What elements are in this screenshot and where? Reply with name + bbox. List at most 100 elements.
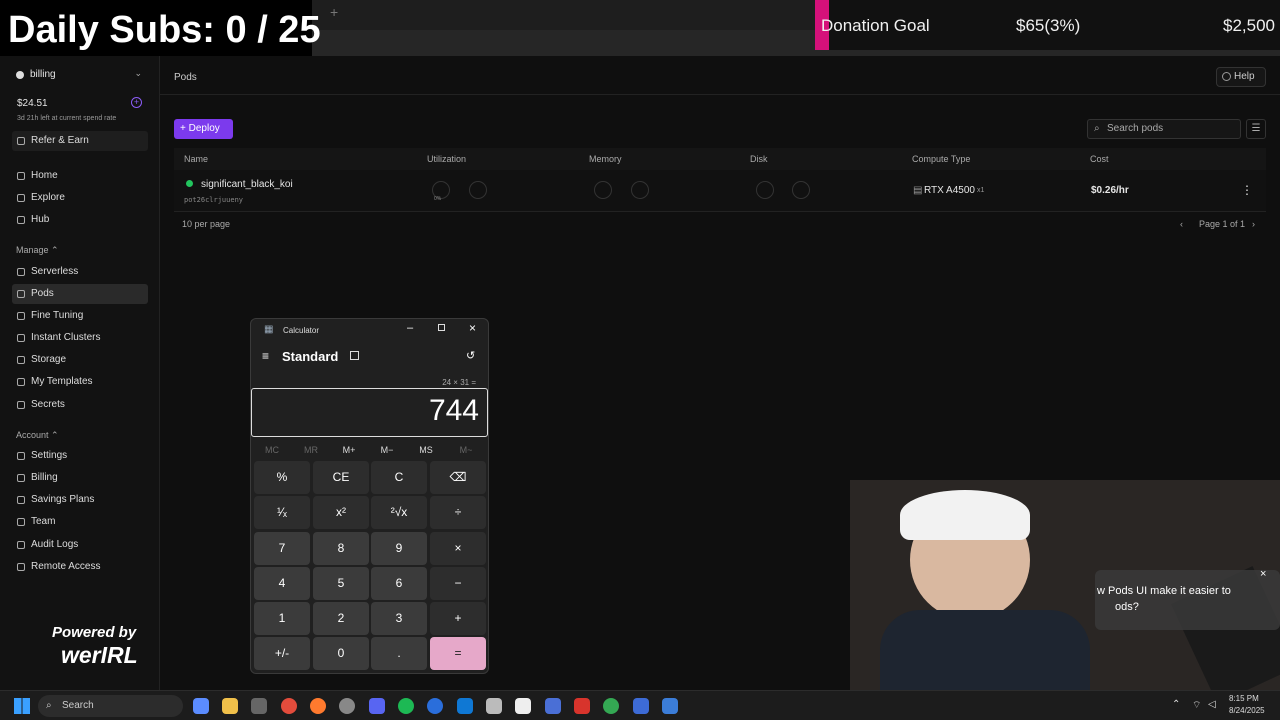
sidebar-item-billing[interactable]: Billing (12, 468, 148, 488)
mc-button[interactable]: MC (254, 445, 290, 455)
app-icon[interactable] (251, 698, 267, 714)
mlist-button[interactable]: M~ (448, 445, 484, 455)
taskbar-search[interactable]: ⌕ Search (38, 695, 183, 717)
wifi-icon[interactable]: ⌔ (1192, 699, 1201, 712)
chrome-icon[interactable] (603, 698, 619, 714)
sidebar-item-serverless[interactable]: Serverless (12, 262, 148, 282)
app-icon[interactable] (633, 698, 649, 714)
filter-icon[interactable]: ☰ (1246, 119, 1266, 139)
sidebar-item-instant-clusters[interactable]: Instant Clusters (12, 328, 148, 348)
clock-time[interactable]: 8:15 PM (1229, 694, 1259, 703)
sidebar-item-my-templates[interactable]: My Templates (12, 372, 148, 392)
digit-8-button[interactable]: 8 (313, 532, 369, 565)
sidebar-item-settings[interactable]: Settings (12, 446, 148, 466)
sidebar-item-explore[interactable]: Explore (12, 188, 148, 208)
column-header[interactable]: Compute Type (912, 154, 970, 164)
windows-start-icon[interactable] (14, 698, 30, 714)
square-button[interactable]: x² (313, 496, 369, 529)
backspace-button[interactable]: ⌫ (430, 461, 486, 494)
app-icon[interactable] (545, 698, 561, 714)
column-header[interactable]: Utilization (427, 154, 466, 164)
workspace-selector[interactable]: billing ⌄ (16, 68, 148, 83)
spotify-icon[interactable] (398, 698, 414, 714)
hamburger-menu-icon[interactable]: ≡ (262, 349, 269, 363)
more-options-icon[interactable]: ⋮ (1241, 183, 1253, 197)
sidebar-item-team[interactable]: Team (12, 512, 148, 532)
manage-section-header[interactable]: Manage ⌃ (16, 245, 59, 256)
sidebar-item-audit-logs[interactable]: Audit Logs (12, 535, 148, 555)
decimal-button[interactable]: . (371, 637, 427, 670)
divide-button[interactable]: ÷ (430, 496, 486, 529)
sidebar-item-storage[interactable]: Storage (12, 350, 148, 370)
ms-button[interactable]: MS (408, 445, 444, 455)
close-icon[interactable]: × (469, 321, 476, 335)
clock-date[interactable]: 8/24/2025 (1229, 706, 1265, 715)
search-input[interactable]: ⌕ Search pods (1087, 119, 1241, 139)
negate-button[interactable]: +/- (254, 637, 310, 670)
firefox-icon[interactable] (310, 698, 326, 714)
prev-page-icon[interactable]: ‹ (1180, 219, 1183, 229)
refer-earn-button[interactable]: Refer & Earn (12, 131, 148, 151)
sidebar-item-secrets[interactable]: Secrets (12, 395, 148, 415)
add-funds-icon[interactable]: + (131, 97, 142, 108)
column-header[interactable]: Cost (1090, 154, 1109, 164)
deploy-button[interactable]: + Deploy (174, 119, 233, 139)
sidebar-item-savings-plans[interactable]: Savings Plans (12, 490, 148, 510)
digit-2-button[interactable]: 2 (313, 602, 369, 635)
subtract-button[interactable]: − (430, 567, 486, 600)
discord-icon[interactable] (369, 698, 385, 714)
add-button[interactable]: + (430, 602, 486, 635)
calculator-taskbar-icon[interactable] (662, 698, 678, 714)
tray-chevron-icon[interactable]: ⌃ (1172, 699, 1180, 710)
help-button[interactable]: Help (1216, 67, 1266, 87)
keep-on-top-icon[interactable] (350, 351, 359, 360)
pod-name[interactable]: significant_black_koi (201, 179, 293, 190)
digit-6-button[interactable]: 6 (371, 567, 427, 600)
notion-icon[interactable] (515, 698, 531, 714)
column-header[interactable]: Memory (589, 154, 622, 164)
app-icon[interactable] (339, 698, 355, 714)
digit-3-button[interactable]: 3 (371, 602, 427, 635)
mminus-button[interactable]: M− (369, 445, 405, 455)
digit-0-button[interactable]: 0 (313, 637, 369, 670)
clear-button[interactable]: C (371, 461, 427, 494)
app-icon[interactable] (427, 698, 443, 714)
mplus-button[interactable]: M+ (331, 445, 367, 455)
history-icon[interactable]: ↺ (466, 349, 475, 362)
column-header[interactable]: Disk (750, 154, 768, 164)
table-row[interactable]: significant_black_koi pot26clrjuueny 0% … (174, 170, 1266, 212)
sidebar-item-pods[interactable]: Pods (12, 284, 148, 304)
sidebar-item-hub[interactable]: Hub (12, 210, 148, 230)
multiply-button[interactable]: × (430, 532, 486, 565)
sidebar-item-remote-access[interactable]: Remote Access (12, 557, 148, 577)
calculator-window[interactable]: ▦ Calculator – × ≡ Standard ↺ 24 × 31 = … (250, 318, 489, 674)
sidebar-item-fine-tuning[interactable]: Fine Tuning (12, 306, 148, 326)
account-section-header[interactable]: Account ⌃ (16, 430, 59, 441)
digit-5-button[interactable]: 5 (313, 567, 369, 600)
maximize-icon[interactable] (438, 324, 445, 331)
next-page-icon[interactable]: › (1252, 219, 1255, 229)
outlook-icon[interactable] (457, 698, 473, 714)
digit-1-button[interactable]: 1 (254, 602, 310, 635)
mr-button[interactable]: MR (293, 445, 329, 455)
percent-button[interactable]: % (254, 461, 310, 494)
copilot-icon[interactable] (193, 698, 209, 714)
mail-icon[interactable] (486, 698, 502, 714)
clear-entry-button[interactable]: CE (313, 461, 369, 494)
digit-9-button[interactable]: 9 (371, 532, 427, 565)
close-icon[interactable]: × (1260, 568, 1266, 580)
equals-button[interactable]: = (430, 637, 486, 670)
digit-7-button[interactable]: 7 (254, 532, 310, 565)
square-root-button[interactable]: ²√x (371, 496, 427, 529)
new-tab-icon[interactable]: + (330, 4, 338, 20)
minimize-icon[interactable]: – (407, 322, 413, 334)
reciprocal-button[interactable]: ¹⁄ₓ (254, 496, 310, 529)
app-icon[interactable] (574, 698, 590, 714)
chrome-icon[interactable] (281, 698, 297, 714)
column-header[interactable]: Name (184, 154, 208, 164)
file-explorer-icon[interactable] (222, 698, 238, 714)
sidebar-item-home[interactable]: Home (12, 166, 148, 186)
digit-4-button[interactable]: 4 (254, 567, 310, 600)
volume-icon[interactable]: ◁ (1208, 699, 1216, 710)
per-page-select[interactable]: 10 per page (182, 219, 230, 229)
